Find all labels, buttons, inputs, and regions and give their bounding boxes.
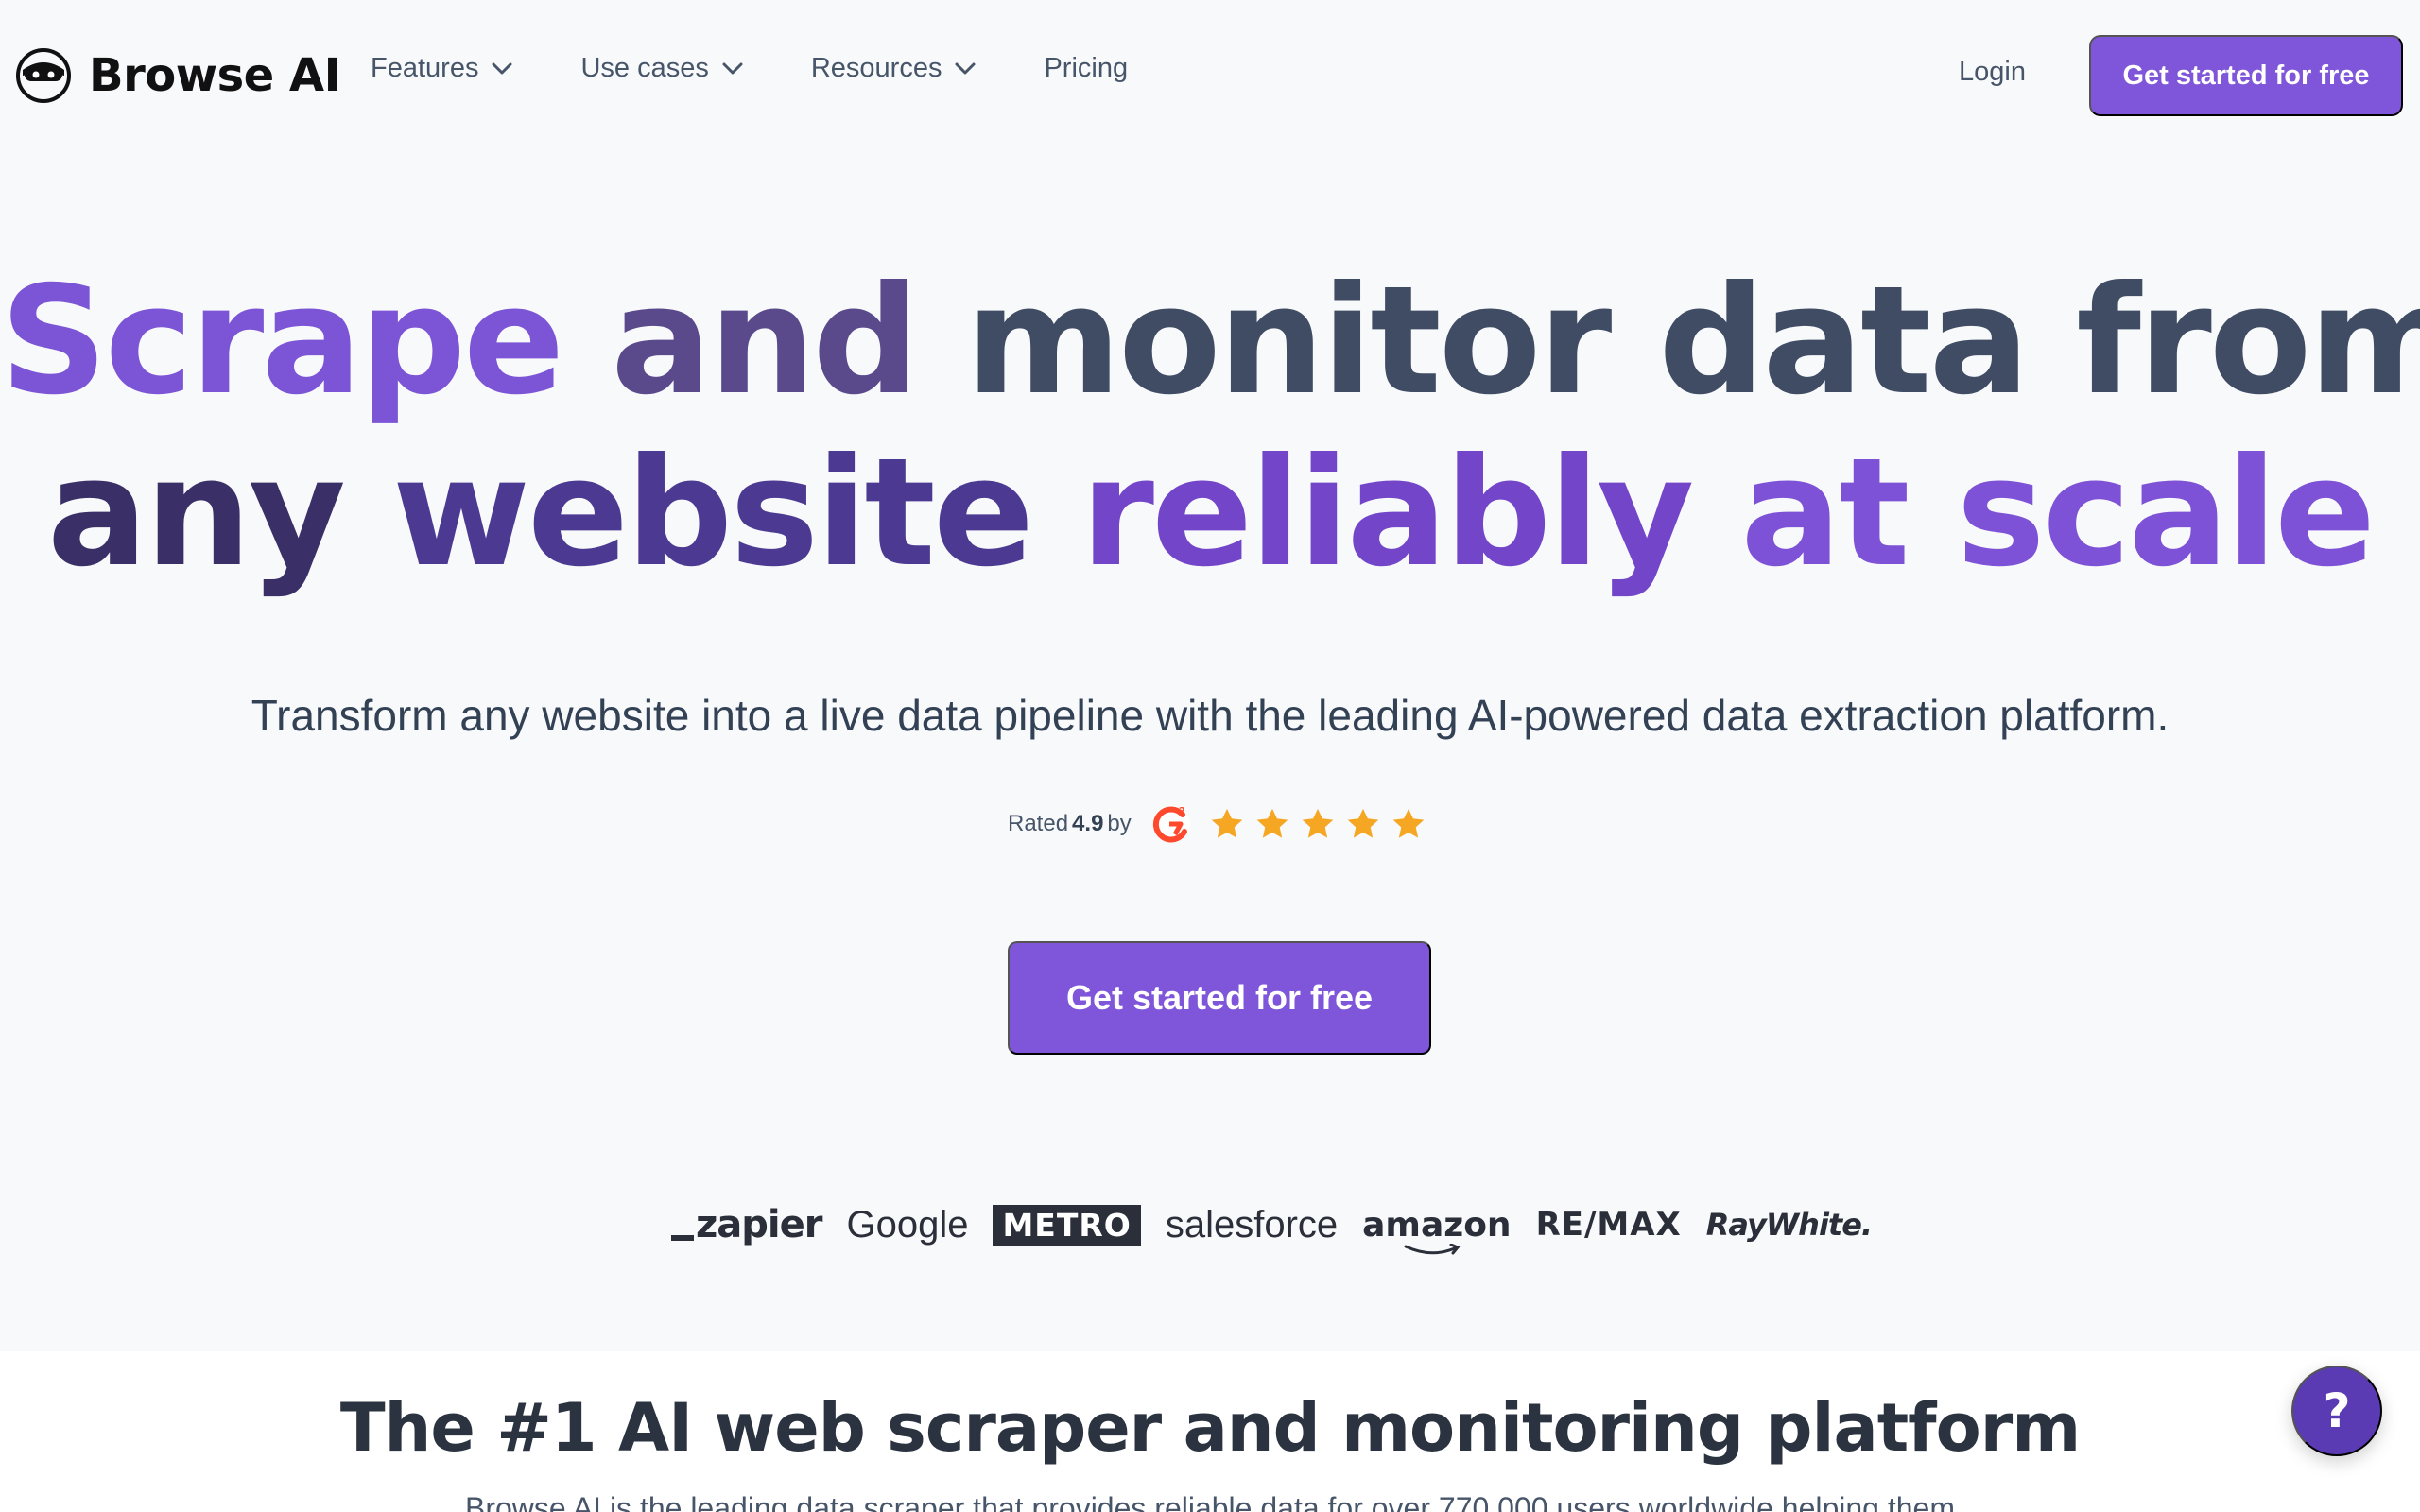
nav-item-label: Use cases <box>580 53 709 83</box>
headline-word: monitor data from <box>965 254 2420 428</box>
amazon-logo-text: amazon <box>1362 1205 1512 1245</box>
star-icon <box>1302 808 1334 838</box>
nav-item-resources[interactable]: Resources <box>811 53 977 84</box>
nav-item-features[interactable]: Features <box>371 53 512 84</box>
amazon-smile-icon <box>1404 1243 1461 1254</box>
rating-suffix: by <box>1107 811 1132 836</box>
page: Browse AI Features Use cases Resources P… <box>0 0 2420 1512</box>
headline-word: Scrape <box>0 254 612 428</box>
brand-logo[interactable]: Browse AI <box>15 47 340 104</box>
nav-get-started-button[interactable]: Get started for free <box>2089 35 2403 116</box>
nav-item-label: Features <box>371 53 479 83</box>
rating-stars <box>1209 806 1426 842</box>
g2-icon: 2 <box>1151 805 1190 843</box>
section-title: The #1 AI web scraper and monitoring pla… <box>339 1389 2081 1467</box>
remax-logo: RE/MAX <box>1535 1206 1682 1244</box>
chevron-down-icon <box>722 62 743 74</box>
robot-logo-icon <box>16 48 71 103</box>
nav-item-label: Resources <box>810 53 942 83</box>
chevron-down-icon <box>492 62 512 74</box>
star-icon <box>1256 808 1288 838</box>
zapier-logo: zapier <box>671 1203 822 1246</box>
svg-text:2: 2 <box>1179 806 1185 816</box>
nav-item-label: Pricing <box>1044 53 1129 83</box>
google-logo: Google <box>846 1203 969 1246</box>
headline-word: at scale <box>1740 426 2376 600</box>
headline-word: any <box>46 426 392 600</box>
chevron-down-icon <box>955 62 976 74</box>
metro-logo: METRO <box>993 1204 1141 1246</box>
section-body: Browse AI is the leading data scraper th… <box>464 1491 1955 1512</box>
zapier-logo-text: zapier <box>696 1203 822 1246</box>
zapier-underscore <box>671 1235 694 1241</box>
star-icon <box>1211 808 1243 838</box>
hero-get-started-button[interactable]: Get started for free <box>1008 941 1431 1055</box>
rating-prefix: Rated <box>1008 811 1069 836</box>
headline-line-1: Scrape and monitor data from <box>0 255 2420 427</box>
hero-subtitle: Transform any website into a live data p… <box>251 691 2169 740</box>
headline-line-2: any website reliably at scale <box>0 427 2420 599</box>
headline-word: reliably <box>1080 426 1741 600</box>
hero-headline: Scrape and monitor data from any website… <box>0 255 2420 599</box>
raywhite-logo: RayWhite. <box>1705 1207 1873 1243</box>
brand-name: Browse AI <box>89 49 340 102</box>
star-icon <box>1392 808 1425 838</box>
nav-item-use-cases[interactable]: Use cases <box>580 53 743 84</box>
top-nav: Browse AI Features Use cases Resources P… <box>0 0 2420 151</box>
customer-logos: zapier Google METRO salesforce amazon RE… <box>671 1196 1873 1254</box>
main-nav: Features Use cases Resources Pricing <box>371 53 1128 84</box>
amazon-logo: amazon <box>1362 1205 1512 1254</box>
star-icon <box>1347 808 1379 838</box>
headline-word: website <box>391 426 1081 600</box>
rating-score: 4.9 <box>1072 811 1104 836</box>
help-chat-button[interactable]: ? <box>2291 1366 2382 1456</box>
platform-section: The #1 AI web scraper and monitoring pla… <box>0 1351 2420 1512</box>
headline-word: and <box>611 254 966 428</box>
login-link[interactable]: Login <box>1959 57 2026 88</box>
rating-row: Rated 4.9 by 2 <box>1008 803 1426 845</box>
salesforce-logo: salesforce <box>1165 1203 1339 1246</box>
nav-item-pricing[interactable]: Pricing <box>1044 53 1128 84</box>
